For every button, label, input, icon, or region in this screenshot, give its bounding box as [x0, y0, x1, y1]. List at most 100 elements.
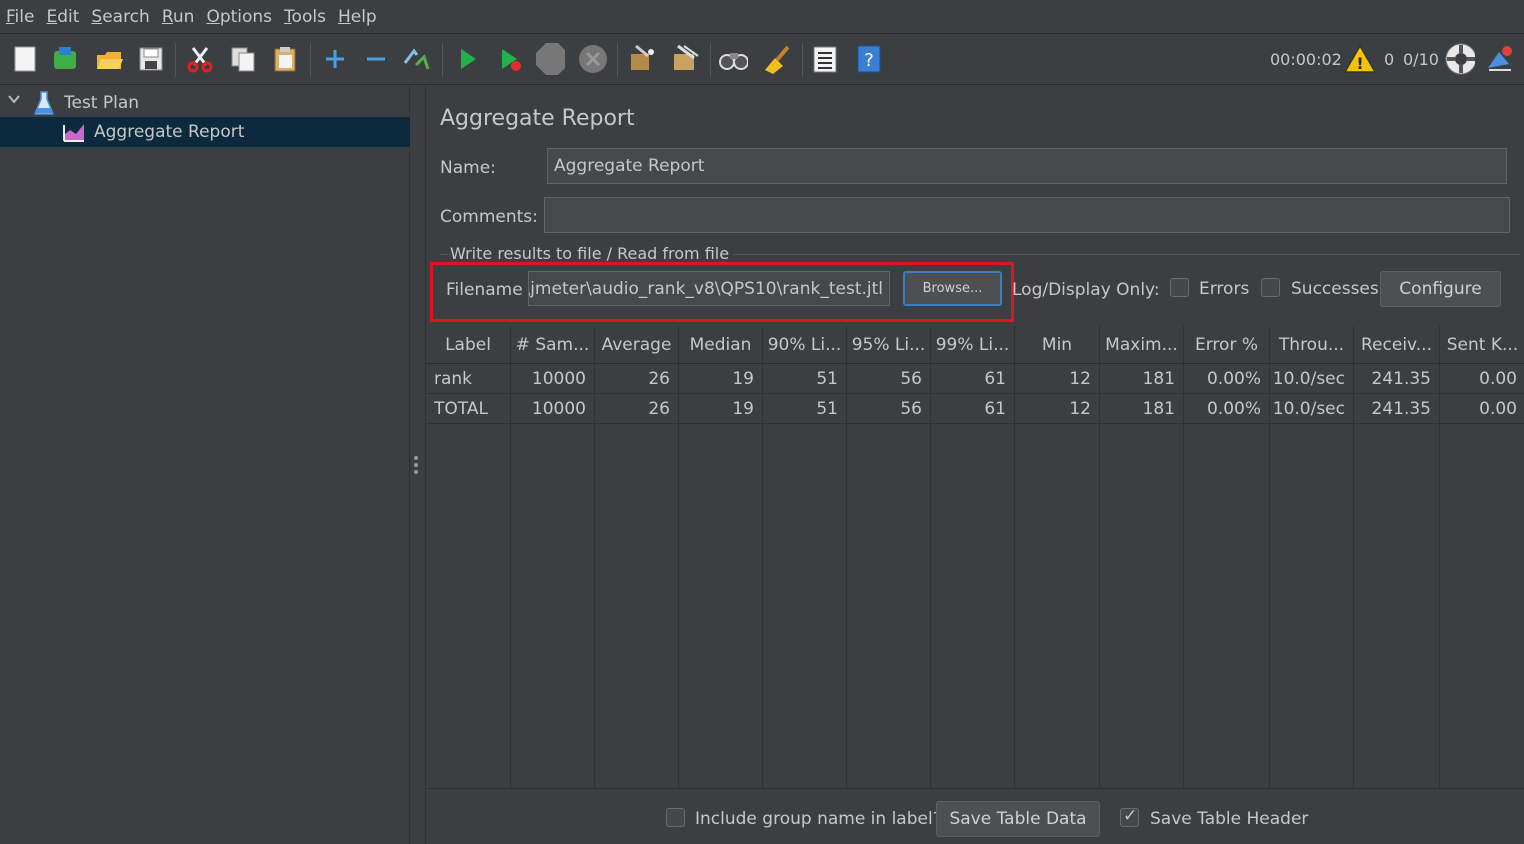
table-body: rank 10000 26 19 51 56 61 12 181 0.00% 1… [426, 364, 1524, 788]
cell-error: 0.00% [1206, 399, 1261, 419]
col-max[interactable]: Maxim... [1100, 326, 1184, 364]
tree-item-aggregate-report[interactable]: Aggregate Report [0, 117, 410, 147]
cell-median: 19 [732, 369, 754, 389]
menu-edit[interactable]: Edit [46, 7, 79, 27]
new-icon[interactable] [10, 44, 40, 74]
cut-icon[interactable] [185, 44, 215, 74]
start-no-pauses-icon[interactable] [495, 44, 525, 74]
paste-icon[interactable] [270, 44, 300, 74]
menu-run[interactable]: Run [162, 7, 195, 27]
menu-bar: File Edit Search Run Options Tools Help [0, 0, 1524, 34]
errors-label: Errors [1199, 279, 1250, 299]
splitter-handle[interactable] [414, 456, 420, 478]
menu-options-rest: ptions [219, 6, 273, 27]
column-divider [1269, 364, 1270, 788]
menu-search[interactable]: Search [91, 7, 149, 27]
tree-item-test-plan[interactable]: Test Plan [0, 88, 410, 118]
active-threads: 0/10 [1403, 50, 1439, 69]
shutdown-icon[interactable] [578, 44, 608, 74]
col-throughput[interactable]: Throu... [1270, 326, 1354, 364]
menu-file[interactable]: File [6, 7, 34, 27]
cell-received: 241.35 [1371, 399, 1431, 419]
col-received[interactable]: Receiv... [1354, 326, 1440, 364]
cell-min: 12 [1069, 369, 1091, 389]
configure-button[interactable]: Configure [1380, 271, 1501, 307]
log-display-label: Log/Display Only: [1012, 280, 1160, 300]
col-average[interactable]: Average [595, 326, 679, 364]
menu-tools-rest: ools [291, 6, 326, 27]
name-field[interactable]: Aggregate Report [547, 148, 1507, 184]
col-min[interactable]: Min [1015, 326, 1100, 364]
cell-error: 0.00% [1206, 369, 1261, 389]
table-row[interactable]: TOTAL 10000 26 19 51 56 61 12 181 0.00% … [426, 394, 1524, 424]
col-95-line[interactable]: 95% Li... [847, 326, 931, 364]
svg-text:?: ? [864, 50, 874, 71]
log-viewer-icon[interactable] [1485, 44, 1515, 74]
successes-checkbox[interactable] [1261, 278, 1280, 297]
table-row[interactable]: rank 10000 26 19 51 56 61 12 181 0.00% 1… [426, 364, 1524, 394]
menu-help[interactable]: Help [338, 7, 377, 27]
elapsed-time: 00:00:02 [1270, 50, 1342, 69]
toggle-icon[interactable] [402, 44, 432, 74]
stop-icon[interactable] [535, 43, 565, 75]
svg-text:!: ! [1356, 54, 1363, 73]
cell-average: 26 [648, 399, 670, 419]
expand-icon[interactable] [320, 44, 350, 74]
toolbar: ? 00:00:02 ! 0 0/10 [0, 35, 1524, 85]
browse-button[interactable]: Browse... [903, 271, 1002, 306]
warning-count: 0 [1384, 50, 1395, 69]
col-error[interactable]: Error % [1184, 326, 1270, 364]
save-icon[interactable] [136, 44, 166, 74]
cell-median: 19 [732, 399, 754, 419]
templates-icon[interactable] [50, 44, 80, 74]
comments-field[interactable] [544, 197, 1510, 233]
cell-average: 26 [648, 369, 670, 389]
column-divider [1014, 364, 1015, 788]
col-sent[interactable]: Sent K... [1440, 326, 1524, 364]
reset-search-icon[interactable] [761, 44, 791, 74]
clear-all-icon[interactable] [670, 44, 700, 74]
menu-options[interactable]: Options [206, 7, 272, 27]
menu-edit-rest: dit [57, 6, 80, 27]
toolbar-separator [802, 43, 803, 77]
col-99-line[interactable]: 99% Li... [931, 326, 1015, 364]
start-icon[interactable] [452, 44, 482, 74]
cell-samples: 10000 [531, 369, 586, 389]
chevron-down-icon[interactable] [6, 91, 22, 111]
warning-icon[interactable]: ! [1344, 44, 1374, 74]
col-90-line[interactable]: 90% Li... [763, 326, 847, 364]
col-median[interactable]: Median [679, 326, 763, 364]
help-icon[interactable]: ? [854, 44, 884, 74]
collapse-icon[interactable] [361, 44, 391, 74]
include-group-checkbox[interactable] [666, 808, 685, 827]
save-table-data-button[interactable]: Save Table Data [936, 801, 1100, 837]
column-divider [1439, 364, 1440, 788]
cell-95-line: 56 [900, 399, 922, 419]
cell-95-line: 56 [900, 369, 922, 389]
col-samples[interactable]: # Sam... [511, 326, 595, 364]
cell-99-line: 61 [984, 369, 1006, 389]
menu-tools[interactable]: Tools [284, 7, 326, 27]
open-icon[interactable] [94, 44, 124, 74]
successes-label: Successes [1291, 279, 1379, 299]
copy-icon[interactable] [228, 44, 258, 74]
cell-sent: 0.00 [1479, 399, 1517, 419]
tree-label-test-plan: Test Plan [64, 93, 140, 113]
cell-99-line: 61 [984, 399, 1006, 419]
table-header: Label # Sam... Average Median 90% Li... … [426, 326, 1524, 364]
page-title: Aggregate Report [440, 106, 635, 131]
column-divider [1353, 364, 1354, 788]
col-label[interactable]: Label [426, 326, 511, 364]
errors-checkbox[interactable] [1170, 278, 1189, 297]
column-divider [1099, 364, 1100, 788]
function-helper-icon[interactable] [810, 44, 840, 74]
cell-label: rank [434, 369, 473, 389]
cell-throughput: 10.0/sec [1272, 399, 1345, 419]
cell-throughput: 10.0/sec [1272, 369, 1345, 389]
save-table-header-checkbox[interactable] [1120, 806, 1139, 827]
search-icon[interactable] [718, 44, 748, 74]
filename-field[interactable]: ›p\jmeter\audio_rank_v8\QPS10\rank_test.… [528, 271, 890, 306]
menu-run-rest: un [172, 6, 195, 27]
clear-icon[interactable] [626, 44, 656, 74]
column-divider [594, 364, 595, 788]
